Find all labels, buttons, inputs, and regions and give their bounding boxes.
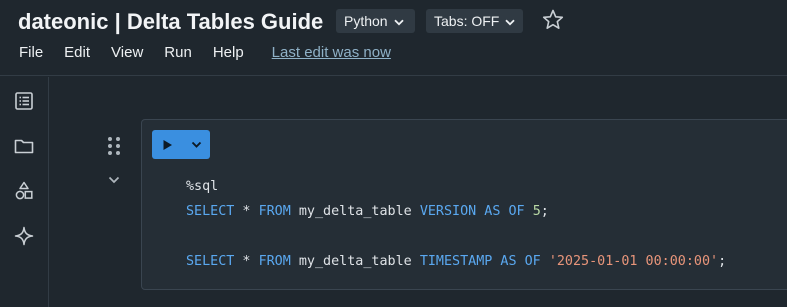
notebook-title[interactable]: dateonic | Delta Tables Guide xyxy=(18,9,323,35)
last-edit-link[interactable]: Last edit was now xyxy=(272,44,391,61)
code-line: SELECT * FROM my_delta_table TIMESTAMP A… xyxy=(186,249,726,274)
table-of-contents-icon[interactable] xyxy=(13,90,35,112)
code-token: * xyxy=(234,254,259,269)
code-token: ; xyxy=(718,254,727,269)
menu-help[interactable]: Help xyxy=(213,44,244,61)
notebook-header: dateonic | Delta Tables Guide Python Tab… xyxy=(0,0,787,76)
code-token: my_delta_table xyxy=(290,254,420,269)
collapse-chevron-icon[interactable] xyxy=(107,173,121,185)
menu-run[interactable]: Run xyxy=(164,44,192,61)
code-token: TIMESTAMP AS OF xyxy=(419,254,541,269)
code-token: VERSION AS OF xyxy=(419,204,525,219)
code-line: SELECT * FROM my_delta_table VERSION AS … xyxy=(186,199,726,224)
star-icon[interactable] xyxy=(541,8,565,32)
left-sidebar xyxy=(0,77,49,307)
code-token: 5 xyxy=(532,204,541,219)
language-selector[interactable]: Python xyxy=(336,9,415,33)
menu-bar: File Edit View Run Help Last edit was no… xyxy=(19,41,391,63)
shapes-icon[interactable] xyxy=(13,180,35,202)
code-line: %sql xyxy=(186,174,726,199)
code-token: FROM xyxy=(258,254,291,269)
menu-view[interactable]: View xyxy=(111,44,143,61)
code-token: ; xyxy=(540,204,549,219)
code-cell[interactable]: %sql SELECT * FROM my_delta_table VERSION… xyxy=(141,119,787,290)
code-token: %sql xyxy=(186,179,219,194)
run-cell-button[interactable] xyxy=(152,130,182,159)
code-token: my_delta_table xyxy=(290,204,420,219)
code-token: SELECT xyxy=(186,254,235,269)
code-token: '2025-01-01 00:00:00' xyxy=(548,254,719,269)
tabs-label: Tabs: OFF xyxy=(434,13,500,29)
menu-file[interactable]: File xyxy=(19,44,43,61)
chevron-down-icon xyxy=(393,13,404,29)
language-label: Python xyxy=(344,13,388,29)
code-token: SELECT xyxy=(186,204,235,219)
run-options-button[interactable] xyxy=(182,130,210,159)
chevron-down-icon xyxy=(191,141,201,148)
chevron-down-icon xyxy=(505,13,515,29)
play-icon xyxy=(163,139,172,150)
code-editor[interactable]: %sql SELECT * FROM my_delta_table VERSION… xyxy=(186,174,726,274)
code-token: * xyxy=(234,204,259,219)
tabs-toggle[interactable]: Tabs: OFF xyxy=(426,9,523,33)
drag-handle-icon[interactable] xyxy=(106,136,122,156)
menu-edit[interactable]: Edit xyxy=(64,44,90,61)
code-token: FROM xyxy=(258,204,291,219)
sparkle-icon[interactable] xyxy=(13,225,35,247)
folder-icon[interactable] xyxy=(13,135,35,157)
run-button-group xyxy=(152,130,210,159)
